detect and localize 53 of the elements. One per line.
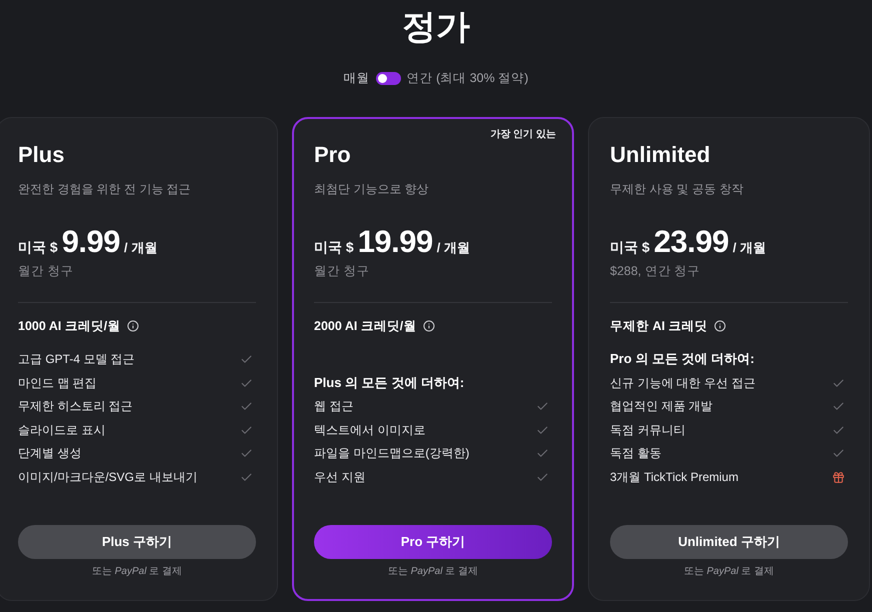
price-period: / 개월 <box>124 239 158 257</box>
feature-text: 파일을 마인드맵으로(강력한) <box>314 445 470 462</box>
feature-text: 신규 기능에 대한 우선 접근 <box>610 374 756 392</box>
buy-button[interactable]: Pro 구하기 <box>314 525 552 559</box>
billing-label: 연간 (최대 30% 절약) <box>406 70 528 86</box>
paypal-note: 또는 PayPal 로 결제 <box>684 565 774 579</box>
billing-note: $288, 연간 청구 <box>610 263 700 280</box>
plan-name: Unlimited <box>610 141 710 169</box>
plan-description: 무제한 사용 및 공동 창작 <box>610 181 744 198</box>
popular-label: 가장 인기 있는 <box>490 128 556 142</box>
feature-text: 협업적인 제품 개발 <box>610 398 713 416</box>
plan-description: 최첨단 기능으로 향상 <box>314 181 429 198</box>
features-header: Plus 의 모든 것에 더하여: <box>314 374 464 392</box>
price-currency: 미국 $ <box>18 239 58 257</box>
price-amount: 19.99 <box>358 224 433 260</box>
feature-text: 독점 커뮤니티 <box>610 422 686 439</box>
credits-label: 1000 AI 크레딧/월 <box>18 318 120 334</box>
info-icon[interactable] <box>127 320 140 332</box>
feature-text: 우선 지원 <box>314 468 366 486</box>
info-icon[interactable] <box>714 320 726 332</box>
feature-text: 이미지/마크다운/SVG로 내보내기 <box>18 468 198 486</box>
paypal-note: 또는 PayPal 로 결제 <box>92 565 182 579</box>
plan-name: Pro <box>314 141 351 169</box>
feature-text: 고급 GPT-4 모델 접근 <box>18 351 135 368</box>
price-period: / 개월 <box>732 239 766 257</box>
feature-text: 단계별 생성 <box>18 445 82 462</box>
feature-text: 무제한 히스토리 접근 <box>18 398 133 416</box>
price-period: / 개월 <box>436 239 470 257</box>
billing-toggle[interactable] <box>376 72 401 84</box>
credits-label: 2000 AI 크레딧/월 <box>314 318 416 334</box>
paypal-note: 또는 PayPal 로 결제 <box>388 565 478 579</box>
feature-text: 3개월 TickTick Premium <box>610 468 738 486</box>
billing-note: 월간 청구 <box>18 263 74 280</box>
buy-button[interactable]: Plus 구하기 <box>18 525 256 559</box>
feature-text: 독점 활동 <box>610 445 662 462</box>
credits-label: 무제한 AI 크레딧 <box>610 318 708 334</box>
buy-button[interactable]: Unlimited 구하기 <box>610 525 848 559</box>
feature-text: 텍스트에서 이미지로 <box>314 422 426 439</box>
gift-icon <box>832 470 845 484</box>
feature-text: 마인드 맵 편집 <box>18 374 97 392</box>
page-title: 정가 <box>402 7 470 48</box>
price-amount: 9.99 <box>62 224 120 260</box>
price-currency: 미국 $ <box>314 239 354 257</box>
info-icon[interactable] <box>423 320 436 332</box>
feature-text: 웹 접근 <box>314 398 354 416</box>
billing-label: 매월 <box>344 70 370 86</box>
feature-text: 슬라이드로 표시 <box>18 422 106 439</box>
features-header: Pro 의 모든 것에 더하여: <box>610 350 754 368</box>
billing-note: 월간 청구 <box>314 263 370 280</box>
plan-name: Plus <box>18 141 64 169</box>
plan-description: 완전한 경험을 위한 전 기능 접근 <box>18 181 191 198</box>
price-currency: 미국 $ <box>610 239 650 257</box>
price-amount: 23.99 <box>654 224 729 260</box>
